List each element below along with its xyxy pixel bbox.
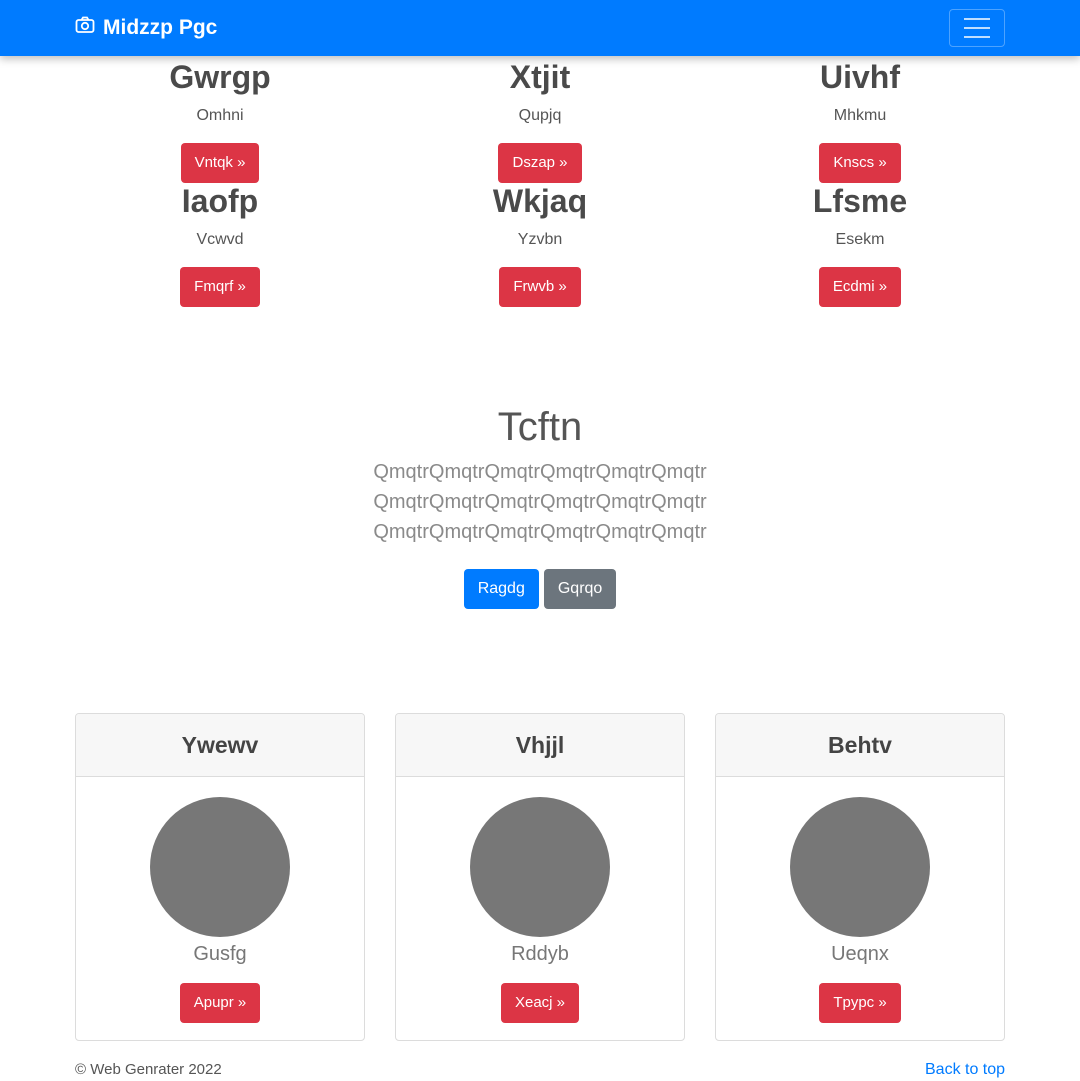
feature-button[interactable]: Vntqk » [180, 143, 260, 183]
profile-card: Vhjjl Rddyb Xeacj » [395, 713, 685, 1041]
hero-title: Tcftn [497, 405, 583, 449]
feature-subtitle: Qupjq [518, 107, 562, 124]
navbar: Midzzp Pgc [0, 0, 1080, 56]
avatar [150, 797, 290, 937]
card-header: Ywewv [76, 714, 364, 777]
hero-text: QmqtrQmqtrQmqtrQmqtrQmqtrQmqtr QmqtrQmqt… [0, 457, 1080, 547]
card-name: Ueqnx [831, 943, 889, 965]
feature-item: Xtjit Qupjq Dszap » [380, 58, 700, 183]
card-body: Gusfg Apupr » [76, 777, 364, 1023]
card-body: Ueqnx Tpypc » [716, 777, 1004, 1023]
feature-button[interactable]: Knscs » [819, 143, 901, 183]
feature-title: Lfsme [812, 183, 908, 219]
feature-subtitle: Esekm [835, 231, 885, 248]
hero-line: QmqtrQmqtrQmqtrQmqtrQmqtrQmqtr [373, 461, 707, 483]
profile-card: Ywewv Gusfg Apupr » [75, 713, 365, 1041]
feature-button[interactable]: Dszap » [498, 143, 582, 183]
feature-item: Wkjaq Yzvbn Frwvb » [380, 182, 700, 307]
feature-item: Lfsme Esekm Ecdmi » [700, 182, 1020, 307]
avatar [790, 797, 930, 937]
brand-label: Midzzp Pgc [103, 16, 218, 39]
feature-subtitle: Yzvbn [517, 231, 563, 248]
feature-button[interactable]: Ecdmi » [818, 267, 902, 307]
back-to-top-link[interactable]: Back to top [925, 1060, 1005, 1080]
feature-title: Xtjit [509, 59, 571, 95]
feature-title: Uivhf [820, 59, 900, 95]
feature-title: Gwrgp [169, 59, 271, 95]
profile-card: Behtv Ueqnx Tpypc » [715, 713, 1005, 1041]
hero-line: QmqtrQmqtrQmqtrQmqtrQmqtrQmqtr [373, 491, 707, 513]
feature-title: Iaofp [181, 183, 259, 219]
feature-title: Wkjaq [492, 183, 588, 219]
card-button[interactable]: Tpypc » [819, 983, 901, 1023]
card-header: Behtv [716, 714, 1004, 777]
navbar-brand[interactable]: Midzzp Pgc [75, 14, 217, 42]
footer-copyright: © Web Genrater 2022 [75, 1061, 222, 1078]
feature-subtitle: Vcwvd [196, 231, 244, 248]
feature-subtitle: Mhkmu [833, 107, 887, 124]
card-header: Vhjjl [396, 714, 684, 777]
feature-subtitle: Omhni [196, 107, 244, 124]
camera-icon [75, 15, 95, 41]
hero-buttons: Ragdg Gqrqo [0, 569, 1080, 609]
card-name: Gusfg [193, 943, 247, 965]
card-button[interactable]: Apupr » [179, 983, 261, 1023]
hamburger-menu-icon [964, 18, 990, 20]
hero-primary-button[interactable]: Ragdg [463, 569, 539, 609]
feature-button[interactable]: Frwvb » [499, 267, 581, 307]
hero-section: Tcftn QmqtrQmqtrQmqtrQmqtrQmqtrQmqtr Qmq… [0, 403, 1080, 609]
hero-secondary-button[interactable]: Gqrqo [543, 569, 617, 609]
card-name: Rddyb [511, 943, 569, 965]
navbar-toggler-button[interactable] [949, 9, 1005, 47]
hero-line: QmqtrQmqtrQmqtrQmqtrQmqtrQmqtr [373, 521, 707, 543]
card-button[interactable]: Xeacj » [500, 983, 580, 1023]
feature-item: Gwrgp Omhni Vntqk » [60, 58, 380, 183]
feature-item: Uivhf Mhkmu Knscs » [700, 58, 1020, 183]
feature-button[interactable]: Fmqrf » [180, 267, 260, 307]
card-body: Rddyb Xeacj » [396, 777, 684, 1023]
avatar [470, 797, 610, 937]
feature-item: Iaofp Vcwvd Fmqrf » [60, 182, 380, 307]
